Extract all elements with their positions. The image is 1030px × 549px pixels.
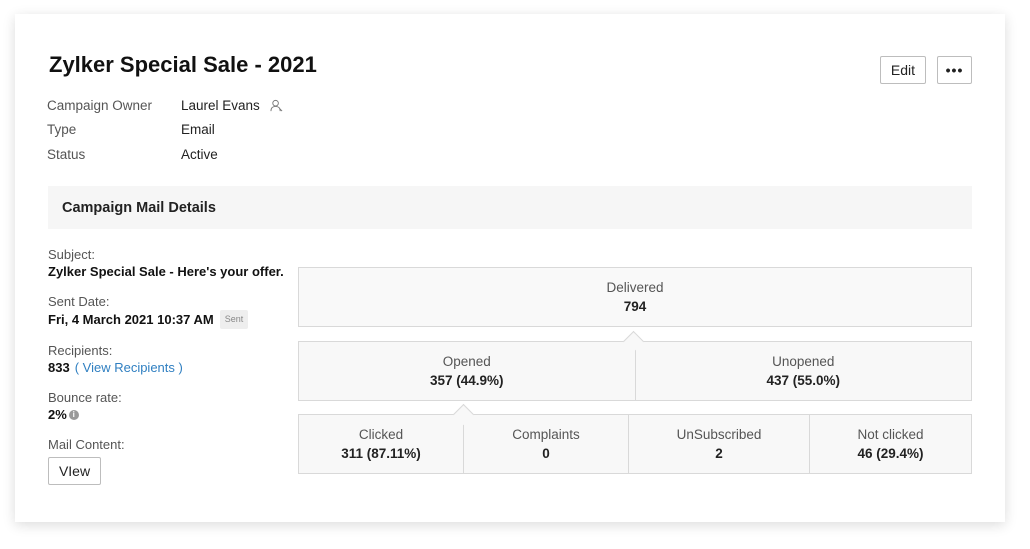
recipients-block: Recipients: 833 ( View Recipients ) bbox=[48, 342, 288, 376]
status-value: Active bbox=[181, 146, 218, 162]
bounce-rate-text: 2% bbox=[48, 407, 67, 422]
stat-delivered-value: 794 bbox=[623, 299, 647, 314]
stat-complaints-value: 0 bbox=[542, 446, 550, 461]
status-label: Status bbox=[47, 146, 86, 162]
stat-unsubscribed[interactable]: UnSubscribed 2 bbox=[629, 415, 810, 473]
stat-unopened-label: Unopened bbox=[772, 354, 835, 369]
header-actions: Edit ••• bbox=[879, 56, 972, 84]
recipients-count: 833 bbox=[48, 360, 70, 375]
stat-unopened-value: 437 (55.0%) bbox=[766, 373, 841, 388]
stats-row-clicked: Clicked 311 (87.11%) Complaints 0 UnSubs… bbox=[298, 403, 972, 474]
recipients-label: Recipients: bbox=[48, 343, 113, 358]
person-icon[interactable] bbox=[270, 99, 283, 112]
campaign-owner-value: Laurel Evans bbox=[181, 98, 283, 113]
meta-row-type: Type Email bbox=[47, 118, 283, 143]
stat-unsubscribed-value: 2 bbox=[715, 446, 723, 461]
bounce-rate-label: Bounce rate: bbox=[48, 390, 122, 405]
stat-not-clicked-label: Not clicked bbox=[857, 427, 924, 442]
sent-date-block: Sent Date: Fri, 4 March 2021 10:37 AM Se… bbox=[48, 293, 288, 329]
stat-not-clicked-value: 46 (29.4%) bbox=[857, 446, 924, 461]
stat-complaints-label: Complaints bbox=[512, 427, 580, 442]
mail-content-block: Mail Content: VIew bbox=[48, 436, 288, 485]
stat-delivered[interactable]: Delivered 794 bbox=[299, 268, 971, 326]
bounce-block: Bounce rate: 2% i bbox=[48, 389, 288, 423]
meta-row-owner: Campaign Owner Laurel Evans bbox=[47, 93, 283, 118]
campaign-stats: Delivered 794 Opened 357 (44.9%) Unopene… bbox=[298, 267, 972, 474]
subject-value: Zylker Special Sale - Here's your offer. bbox=[48, 264, 284, 279]
sent-status-badge: Sent bbox=[219, 310, 249, 329]
campaign-owner-name: Laurel Evans bbox=[181, 97, 260, 113]
edit-button[interactable]: Edit bbox=[879, 56, 926, 84]
stats-row-delivered: Delivered 794 bbox=[298, 267, 972, 327]
meta-row-status: Status Active bbox=[47, 142, 283, 167]
view-mail-button[interactable]: VIew bbox=[48, 457, 101, 485]
stat-clicked-label: Clicked bbox=[358, 427, 404, 442]
mail-content-label: Mail Content: bbox=[48, 437, 125, 452]
subject-block: Subject: Zylker Special Sale - Here's yo… bbox=[48, 246, 288, 280]
type-label: Type bbox=[47, 122, 77, 138]
stat-opened[interactable]: Opened 357 (44.9%) bbox=[299, 342, 636, 400]
sent-date-value: Fri, 4 March 2021 10:37 AM Sent bbox=[48, 310, 288, 329]
stat-not-clicked[interactable]: Not clicked 46 (29.4%) bbox=[810, 415, 971, 473]
view-recipients-link[interactable]: ( View Recipients ) bbox=[75, 359, 183, 376]
stat-opened-value: 357 (44.9%) bbox=[429, 373, 504, 388]
stat-delivered-label: Delivered bbox=[606, 280, 664, 295]
recipients-value: 833 ( View Recipients ) bbox=[48, 359, 288, 376]
more-options-button[interactable]: ••• bbox=[937, 56, 972, 84]
stat-unsubscribed-label: UnSubscribed bbox=[676, 427, 762, 442]
type-value: Email bbox=[181, 122, 215, 138]
stat-clicked-value: 311 (87.11%) bbox=[341, 446, 421, 461]
bounce-rate-value: 2% i bbox=[48, 406, 288, 423]
stat-clicked[interactable]: Clicked 311 (87.11%) bbox=[299, 415, 464, 473]
stat-complaints[interactable]: Complaints 0 bbox=[464, 415, 629, 473]
page-title: Zylker Special Sale - 2021 bbox=[49, 52, 317, 77]
info-icon[interactable]: i bbox=[68, 409, 79, 420]
campaign-owner-label: Campaign Owner bbox=[47, 97, 153, 113]
sent-date-text: Fri, 4 March 2021 10:37 AM bbox=[48, 312, 214, 327]
campaign-meta: Campaign Owner Laurel Evans Type Email S… bbox=[47, 93, 283, 167]
subject-label: Subject: bbox=[48, 247, 95, 262]
section-title: Campaign Mail Details bbox=[62, 199, 216, 216]
stat-opened-label: Opened bbox=[442, 354, 491, 369]
stats-row-opened: Opened 357 (44.9%) Unopened 437 (55.0%) bbox=[298, 330, 972, 401]
mail-details: Subject: Zylker Special Sale - Here's yo… bbox=[48, 246, 288, 498]
sent-date-label: Sent Date: bbox=[48, 294, 110, 309]
stat-unopened[interactable]: Unopened 437 (55.0%) bbox=[636, 342, 972, 400]
section-header: Campaign Mail Details bbox=[48, 186, 972, 229]
campaign-card: Zylker Special Sale - 2021 Edit ••• Camp… bbox=[15, 14, 1005, 522]
